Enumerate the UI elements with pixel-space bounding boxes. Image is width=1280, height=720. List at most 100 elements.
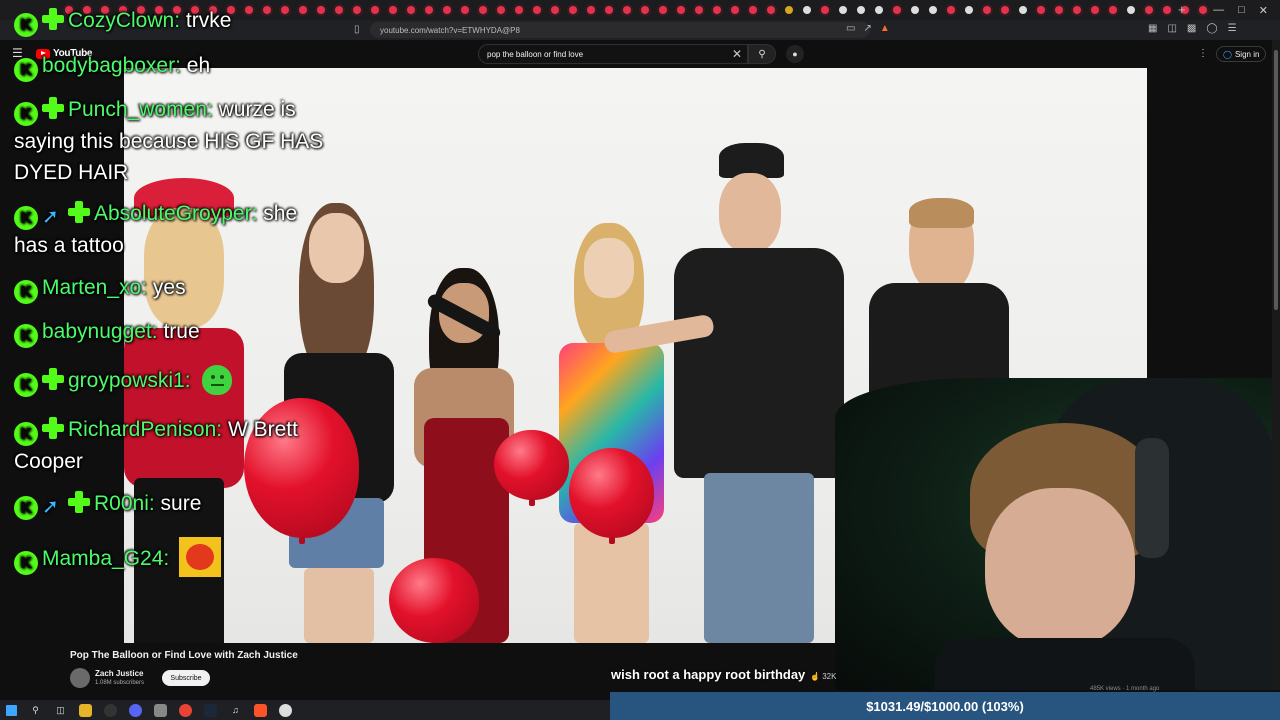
- browser-tab[interactable]: [1068, 0, 1086, 20]
- browser-tab[interactable]: [996, 0, 1014, 20]
- browser-tab[interactable]: [492, 0, 510, 20]
- sign-in-label: Sign in: [1234, 49, 1260, 59]
- audio-icon[interactable]: ♫: [229, 704, 242, 717]
- chat-text: sure: [160, 492, 202, 515]
- address-bar-actions: ▭ ↗ ▲: [846, 23, 890, 34]
- file-explorer-icon[interactable]: [79, 703, 92, 717]
- search-icon[interactable]: ⚲: [29, 704, 42, 717]
- search-input[interactable]: pop the balloon or find love: [478, 44, 748, 64]
- discord-icon[interactable]: [129, 703, 142, 717]
- chat-username: AbsoluteGroyper:: [94, 202, 258, 225]
- kick-badge-icon: K: [14, 102, 38, 126]
- maximize-icon[interactable]: □: [1238, 4, 1245, 16]
- sidebar-icon[interactable]: ◫: [1167, 23, 1176, 34]
- share-icon[interactable]: ↗: [863, 23, 871, 34]
- red-balloon: [494, 430, 569, 506]
- browser-tab[interactable]: [546, 0, 564, 20]
- browser-tab[interactable]: [582, 0, 600, 20]
- browser-tab[interactable]: [852, 0, 870, 20]
- close-window-icon[interactable]: ✕: [1259, 4, 1268, 17]
- browser-tab[interactable]: [1122, 0, 1140, 20]
- extensions-icon[interactable]: ▦: [1148, 23, 1157, 34]
- more-options-icon[interactable]: ⋮: [1198, 48, 1208, 59]
- steam-icon[interactable]: [204, 703, 217, 717]
- wallet-icon[interactable]: ▩: [1187, 23, 1196, 34]
- plus-badge-icon: [42, 417, 64, 439]
- browser-tab[interactable]: [1050, 0, 1068, 20]
- browser-tab[interactable]: [672, 0, 690, 20]
- browser-tab[interactable]: [1014, 0, 1032, 20]
- chat-username: R00ni:: [94, 492, 155, 515]
- browser-tab[interactable]: [564, 0, 582, 20]
- browser-tab[interactable]: [834, 0, 852, 20]
- profile-icon[interactable]: ◯: [1206, 23, 1217, 34]
- menu-icon[interactable]: ☰: [1228, 23, 1237, 34]
- tab-favicon-icon: [731, 6, 739, 14]
- browser-tab[interactable]: [654, 0, 672, 20]
- browser-tab[interactable]: [366, 0, 384, 20]
- browser-tab[interactable]: [438, 0, 456, 20]
- tab-favicon-icon: [821, 6, 829, 14]
- browser-tab[interactable]: [1104, 0, 1122, 20]
- brave-icon[interactable]: [254, 703, 267, 717]
- browser-tab[interactable]: [618, 0, 636, 20]
- browser-tab[interactable]: [816, 0, 834, 20]
- windows-start-icon[interactable]: [6, 704, 17, 716]
- browser-tab[interactable]: [456, 0, 474, 20]
- install-icon[interactable]: ▭: [846, 23, 855, 34]
- obs-icon[interactable]: [104, 703, 117, 717]
- browser-tab[interactable]: [348, 0, 366, 20]
- browser-tab[interactable]: [384, 0, 402, 20]
- channel-name[interactable]: Zach Justice: [95, 669, 143, 678]
- channel-avatar[interactable]: [70, 668, 90, 688]
- browser-tab[interactable]: [708, 0, 726, 20]
- browser-tab[interactable]: [726, 0, 744, 20]
- browser-tab[interactable]: [690, 0, 708, 20]
- voice-search-button[interactable]: ●: [786, 45, 804, 63]
- browser-tab[interactable]: [636, 0, 654, 20]
- browser-tab[interactable]: [960, 0, 978, 20]
- chrome-icon[interactable]: [179, 703, 192, 717]
- clear-search-icon[interactable]: ✕: [732, 47, 742, 61]
- new-tab-icon[interactable]: +: [1178, 2, 1186, 17]
- browser-tab[interactable]: [762, 0, 780, 20]
- like-button[interactable]: ☝ 32K: [810, 672, 836, 681]
- browser-tab[interactable]: [1194, 0, 1212, 20]
- browser-tab[interactable]: [600, 0, 618, 20]
- browser-tab[interactable]: [528, 0, 546, 20]
- app-icon[interactable]: [279, 703, 292, 717]
- browser-tab[interactable]: [906, 0, 924, 20]
- app-icon[interactable]: [154, 703, 167, 717]
- browser-tab[interactable]: [888, 0, 906, 20]
- browser-tab[interactable]: [942, 0, 960, 20]
- browser-tab[interactable]: [744, 0, 762, 20]
- subscribe-button[interactable]: Subscribe: [162, 670, 210, 686]
- tab-favicon-icon: [425, 6, 433, 14]
- browser-tab[interactable]: [1032, 0, 1050, 20]
- browser-tab[interactable]: [1158, 0, 1176, 20]
- browser-tab[interactable]: [978, 0, 996, 20]
- browser-tab[interactable]: [1086, 0, 1104, 20]
- browser-tab[interactable]: [870, 0, 888, 20]
- shield-icon[interactable]: ▲: [880, 23, 890, 34]
- task-view-icon[interactable]: ◫: [54, 704, 67, 717]
- browser-tab[interactable]: [474, 0, 492, 20]
- browser-tab[interactable]: [420, 0, 438, 20]
- tab-favicon-icon: [515, 6, 523, 14]
- url-field[interactable]: youtube.com/watch?v=ETWHYDA@P8: [370, 22, 870, 38]
- minimize-icon[interactable]: —: [1213, 4, 1224, 16]
- browser-tab[interactable]: [924, 0, 942, 20]
- plus-badge-icon: [42, 97, 64, 119]
- search-button[interactable]: ⚲: [748, 44, 776, 64]
- kick-badge-icon: K: [14, 13, 38, 37]
- browser-tab[interactable]: [780, 0, 798, 20]
- bookmark-icon[interactable]: ▯: [354, 24, 360, 35]
- browser-tab[interactable]: [798, 0, 816, 20]
- chat-text: W Brett: [227, 418, 298, 441]
- sign-in-button[interactable]: ◯ Sign in: [1216, 46, 1267, 62]
- browser-tab[interactable]: [402, 0, 420, 20]
- scrollbar-thumb[interactable]: [1274, 50, 1278, 310]
- browser-tab[interactable]: [510, 0, 528, 20]
- chat-message: K ➚ AbsoluteGroyper: she has a tattoo: [14, 198, 297, 261]
- browser-tab[interactable]: [1140, 0, 1158, 20]
